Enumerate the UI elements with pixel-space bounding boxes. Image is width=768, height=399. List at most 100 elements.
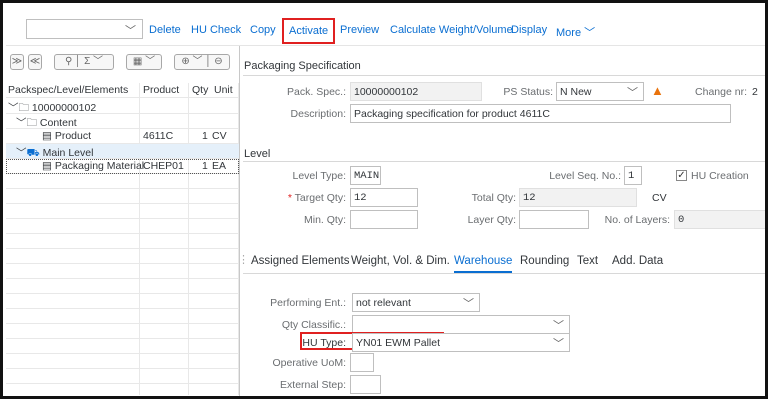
more-label: More [556, 27, 582, 39]
table-row [6, 309, 239, 324]
ps-status-label: PS Status: [503, 86, 553, 98]
tab-add-data[interactable]: Add. Data [612, 255, 663, 267]
chevron-down-icon[interactable]: ﹀ [16, 117, 27, 129]
tree-node: ▤ Product [42, 130, 91, 142]
hu-creation-label: HU Creation [691, 170, 749, 182]
preview-button[interactable]: Preview [340, 24, 379, 36]
tree-row-content[interactable]: ﹀🗀 Content [6, 114, 239, 129]
description-label: Description: [290, 108, 346, 120]
qty-cell: 1 [202, 160, 208, 172]
pack-spec-label: Pack. Spec.: [287, 86, 346, 98]
add-remove-group: ⊕ ﹀ │ ⊖ [174, 54, 230, 70]
product-cell: CHEP01 [143, 160, 184, 172]
tree-row-packspec[interactable]: ﹀🗀 10000000102 [6, 99, 239, 114]
operative-uom-label: Operative UoM: [272, 357, 346, 369]
sum-icon[interactable]: Σ [84, 56, 90, 67]
add-icon[interactable]: ⊕ [181, 56, 189, 67]
layer-qty-label: Layer Qty: [467, 214, 516, 226]
external-step-input[interactable] [350, 375, 381, 394]
layout-button[interactable]: ▦ ﹀ [126, 54, 162, 70]
warning-icon[interactable]: ▲ [651, 83, 664, 98]
chevron-down-icon: ﹀ [125, 25, 136, 37]
expand-all-icon[interactable]: ≫ [10, 54, 24, 70]
tree-node: ▤ Packaging Material [42, 160, 144, 172]
performing-ent-select[interactable]: not relevant ﹀ [352, 293, 480, 312]
ps-status-select[interactable]: N New ﹀ [556, 82, 644, 101]
tree-node-label: Content [39, 117, 77, 129]
tab-text[interactable]: Text [577, 255, 598, 267]
document-icon: ▤ [42, 160, 52, 172]
chevron-down-icon[interactable]: ﹀ [192, 56, 202, 67]
layer-qty-input[interactable] [519, 210, 589, 229]
display-button[interactable]: Display [511, 24, 547, 36]
tree-row-product[interactable]: ▤ Product 4611C 1 CV [6, 129, 239, 144]
column-header-product[interactable]: Product [143, 84, 179, 96]
table-row [6, 369, 239, 384]
chevron-down-icon: ﹀ [627, 87, 638, 99]
tree-node-label: Product [54, 130, 92, 142]
column-header-qty[interactable]: Qty [192, 84, 208, 96]
table-row [6, 264, 239, 279]
level-type-input[interactable]: MAIN [350, 166, 381, 185]
tree-row-packaging-material[interactable]: ▤ Packaging Material CHEP01 1 EA [6, 159, 239, 174]
chevron-down-icon[interactable]: ﹀ [16, 147, 27, 159]
no-layers-label: No. of Layers: [604, 214, 670, 226]
chevron-down-icon: ﹀ [584, 27, 596, 39]
description-input[interactable]: Packaging specification for product 4611… [350, 104, 731, 123]
chevron-down-icon: ﹀ [553, 320, 564, 332]
target-qty-label: * Target Qty: [263, 192, 346, 204]
level-seq-value: 1 [628, 170, 635, 182]
tree-toolbar: ≫ ≪ ⚲ │ Σ ﹀ ▦ ﹀ ⊕ ﹀ │ ⊖ [6, 46, 238, 78]
chevron-down-icon: ﹀ [463, 298, 474, 310]
section-divider [243, 161, 765, 162]
hu-type-select[interactable]: YN01 EWM Pallet ﹀ [352, 333, 570, 352]
more-button[interactable]: More ﹀ [556, 24, 595, 40]
hu-type-value: YN01 EWM Pallet [356, 337, 441, 349]
min-qty-input[interactable] [350, 210, 418, 229]
tab-warehouse[interactable]: Warehouse [454, 255, 513, 273]
target-qty-value: 12 [354, 192, 367, 204]
tab-weight-vol-dim[interactable]: Weight, Vol. & Dim. [351, 255, 450, 267]
total-qty-value: 12 [523, 192, 536, 204]
table-row [6, 354, 239, 369]
table-header-row: Packspec/Level/Elements Product Qty Unit [6, 83, 239, 98]
target-qty-input[interactable]: 12 [350, 188, 418, 207]
splitter[interactable] [239, 46, 240, 396]
calculate-weight-volume-button[interactable]: Calculate Weight/Volume [390, 24, 513, 36]
tree-node-label: 10000000102 [31, 102, 97, 114]
column-header-unit[interactable]: Unit [214, 84, 233, 96]
remove-icon[interactable]: ⊖ [214, 56, 222, 67]
column-header-elements[interactable]: Packspec/Level/Elements [8, 84, 128, 96]
tree-node-label: Main Level [42, 147, 94, 159]
level-type-value: MAIN [354, 170, 380, 182]
activate-button[interactable]: Activate [282, 18, 336, 44]
hu-creation-checkbox[interactable]: ✓ [676, 170, 687, 181]
hu-check-button[interactable]: HU Check [191, 24, 241, 36]
tree-row-main-level[interactable]: ﹀⛟ Main Level [6, 144, 239, 159]
search-icon[interactable]: ⚲ [65, 56, 72, 67]
table-row [6, 204, 239, 219]
delete-button[interactable]: Delete [149, 24, 181, 36]
tab-rounding[interactable]: Rounding [520, 255, 569, 267]
chevron-down-icon[interactable]: ﹀ [93, 56, 103, 67]
toolbar: ﹀ Delete HU Check Copy Activate Preview … [6, 6, 765, 46]
tab-assigned-elements[interactable]: Assigned Elements [251, 255, 349, 267]
pack-spec-field: 10000000102 [350, 82, 482, 101]
chevron-down-icon[interactable]: ﹀ [8, 102, 19, 114]
truck-icon: ⛟ [26, 147, 40, 159]
total-qty-field: 12 [519, 188, 637, 207]
target-qty-label-text: Target Qty: [294, 192, 346, 204]
level-seq-label: Level Seq. No.: [549, 170, 621, 182]
app-frame: ﹀ Delete HU Check Copy Activate Preview … [0, 0, 768, 399]
change-nr-value: 2 [752, 86, 758, 98]
tree-node-label: Packaging Material [54, 160, 145, 172]
total-qty-unit: CV [652, 192, 667, 204]
copy-button[interactable]: Copy [250, 24, 276, 36]
level-seq-input[interactable]: 1 [624, 166, 642, 185]
packspec-section-title: Packaging Specification [244, 60, 361, 72]
folder-icon: 🗀 [26, 117, 38, 129]
collapse-all-icon[interactable]: ≪ [28, 54, 42, 70]
toolbar-select[interactable]: ﹀ [26, 19, 143, 39]
operative-uom-input[interactable] [350, 353, 374, 372]
document-icon: ▤ [42, 130, 52, 142]
